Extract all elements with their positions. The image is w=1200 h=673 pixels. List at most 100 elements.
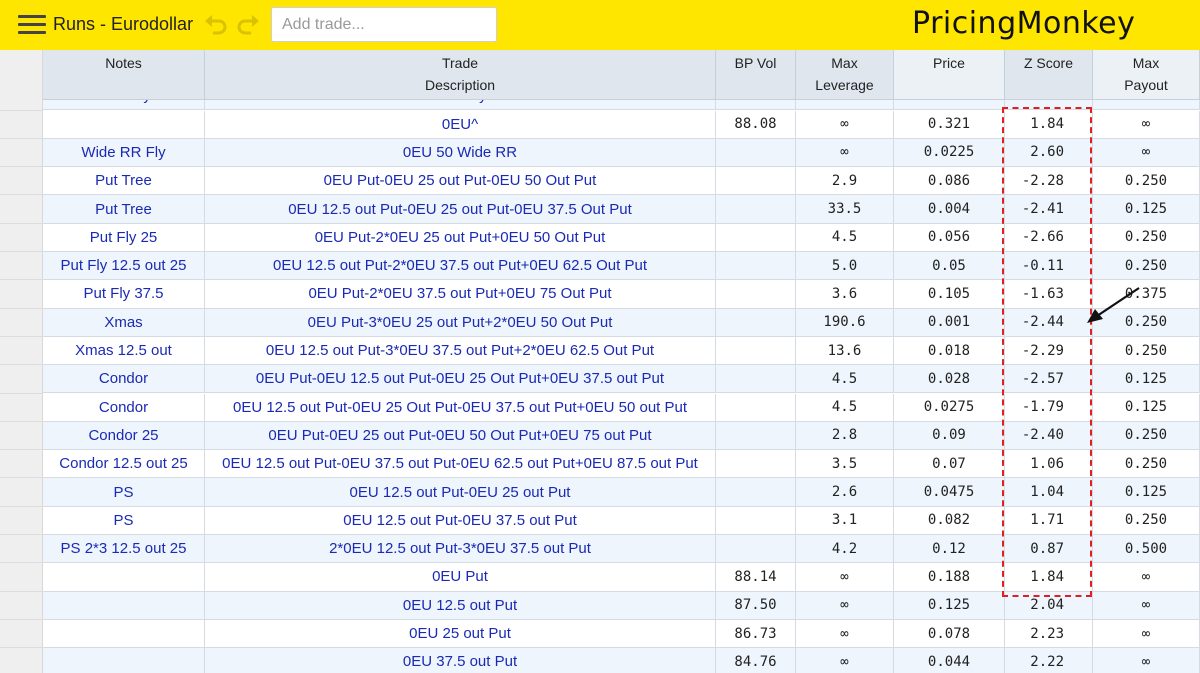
cell-notes: Put Fly 37.5 bbox=[43, 280, 205, 308]
cell-trade[interactable]: 0EU 12.5 out Put-0EU 25 out Put-0EU 37.5… bbox=[205, 195, 716, 223]
cell-bpvol bbox=[716, 535, 796, 563]
cell-maxpay: 0.250 bbox=[1093, 336, 1200, 365]
cell-trade[interactable]: 0EU Put-2*0EU 25 out Put+0EU 50 Out Put bbox=[205, 223, 716, 251]
cell-notes: Xmas bbox=[43, 308, 205, 336]
cell-trade[interactable]: 0EU 50 Wide RR bbox=[205, 138, 716, 167]
cell-zscore: -0.11 bbox=[1005, 252, 1093, 280]
table-row[interactable]: Condor 0EU 12.5 out Put-0EU 25 Out Put-0E… bbox=[43, 393, 1200, 422]
cell-notes: PS bbox=[43, 478, 205, 506]
table-row[interactable]: Put Fly 12.5 out 25 0EU 12.5 out Put-2*0E… bbox=[43, 252, 1200, 281]
gutter-divider bbox=[0, 222, 43, 224]
cell-trade[interactable]: 0EU 12.5 out Put-0EU 37.5 out Put bbox=[205, 506, 716, 534]
cell-trade[interactable]: 0EU 12.5 out Put-0EU 25 Out Put-0EU 37.5… bbox=[205, 393, 716, 421]
column-header-maxlev[interactable]: Max Leverage bbox=[796, 50, 894, 100]
table-row[interactable]: Condor 12.5 out 25 0EU 12.5 out Put-0EU 3… bbox=[43, 450, 1200, 479]
column-header-price[interactable]: Price bbox=[894, 50, 1005, 100]
column-header-label: Price bbox=[933, 55, 965, 71]
column-header-sublabel: Payout bbox=[1124, 77, 1168, 93]
cell-maxlev: 3.5 bbox=[796, 450, 894, 478]
table-row[interactable]: Put Fly 37.5 0EU Put-2*0EU 37.5 out Put+0… bbox=[43, 280, 1200, 309]
cell-bpvol bbox=[716, 478, 796, 506]
cell-maxlev: ∞ bbox=[796, 563, 894, 591]
table-row[interactable]: Condor 25 0EU Put-0EU 25 out Put-0EU 50 O… bbox=[43, 421, 1200, 451]
cell-bpvol bbox=[716, 336, 796, 365]
gutter-divider bbox=[0, 166, 43, 168]
hamburger-menu-icon[interactable] bbox=[18, 13, 46, 35]
column-header-notes[interactable]: Notes bbox=[43, 50, 205, 100]
cell-trade[interactable]: 0EU Put bbox=[205, 563, 716, 591]
cell-bpvol: 86.73 bbox=[716, 619, 796, 648]
undo-icon[interactable] bbox=[203, 13, 229, 37]
cell-trade[interactable]: 0EU 12.5 out Put-0EU 37.5 out Put-0EU 62… bbox=[205, 450, 716, 478]
cell-trade[interactable]: 0EU 37.5 out Put bbox=[205, 648, 716, 673]
cell-maxlev: 2.6 bbox=[796, 478, 894, 506]
add-trade-input[interactable] bbox=[271, 7, 497, 42]
table-row[interactable]: Put Tree 0EU 12.5 out Put-0EU 25 out Put-… bbox=[43, 195, 1200, 224]
gutter-divider bbox=[0, 392, 43, 394]
cell-notes bbox=[43, 591, 205, 619]
cell-maxlev: 4.5 bbox=[796, 365, 894, 393]
table-row[interactable]: 0EU 37.5 out Put 84.76 ∞ 0.044 2.22 ∞ bbox=[43, 648, 1200, 673]
table-row[interactable]: Xmas 0EU Put-3*0EU 25 out Put+2*0EU 50 Ou… bbox=[43, 308, 1200, 337]
table-row[interactable]: Put Fly 25 0EU Put-2*0EU 25 out Put+0EU 5… bbox=[43, 223, 1200, 252]
table-row[interactable]: 0EU 12.5 out Put 87.50 ∞ 0.125 2.04 ∞ bbox=[43, 591, 1200, 620]
gutter-divider bbox=[0, 194, 43, 196]
cell-trade[interactable]: 0EU Put-0EU 12.5 out Put-0EU 25 Out Put+… bbox=[205, 365, 716, 393]
gutter-divider bbox=[0, 534, 43, 535]
column-header-trade[interactable]: Trade Description bbox=[205, 50, 716, 100]
table-row[interactable]: PS 0EU 12.5 out Put-0EU 37.5 out Put 3.1 0.… bbox=[43, 506, 1200, 535]
cell-maxlev: 5.0 bbox=[796, 252, 894, 280]
cell-trade[interactable]: 0EU^ bbox=[205, 110, 716, 138]
cell-trade[interactable]: 0EU Put-3*0EU 25 out Put+2*0EU 50 Out Pu… bbox=[205, 308, 716, 336]
cell-maxpay: ∞ bbox=[1093, 619, 1200, 648]
table-row[interactable]: Xmas 12.5 out 0EU 12.5 out Put-3*0EU 37.5… bbox=[43, 336, 1200, 366]
table-row[interactable]: 0EU 25 out Put 86.73 ∞ 0.078 2.23 ∞ bbox=[43, 619, 1200, 649]
table-row[interactable]: PS 0EU 12.5 out Put-0EU 25 out Put 2.6 0.04… bbox=[43, 478, 1200, 507]
cell-trade[interactable]: 0EU 25 out Put bbox=[205, 619, 716, 648]
table-row[interactable]: Condor 0EU Put-0EU 12.5 out Put-0EU 25 Ou… bbox=[43, 365, 1200, 394]
cell-maxlev: 3.1 bbox=[796, 506, 894, 534]
cell-trade[interactable]: 0EU Put-0EU 25 out Put-0EU 50 Out Put bbox=[205, 167, 716, 195]
redo-icon[interactable] bbox=[235, 13, 261, 37]
cell-trade[interactable]: 2*0EU 12.5 out Put-3*0EU 37.5 out Put bbox=[205, 535, 716, 563]
table-row[interactable]: Put Tree 0EU Put-0EU 25 out Put-0EU 50 Ou… bbox=[43, 167, 1200, 196]
column-header-label: Trade bbox=[441, 55, 479, 71]
cell-price: 0.07 bbox=[894, 450, 1005, 478]
cell-trade[interactable]: 0EU 12.5 out Put-3*0EU 37.5 out Put+2*0E… bbox=[205, 336, 716, 365]
cell-maxlev: 4.5 bbox=[796, 223, 894, 251]
cell-zscore: 2.23 bbox=[1005, 619, 1093, 648]
cell-price: 0.12 bbox=[894, 535, 1005, 563]
cell-maxpay: ∞ bbox=[1093, 138, 1200, 167]
table-row[interactable]: 0EU Put 88.14 ∞ 0.188 1.84 ∞ bbox=[43, 563, 1200, 592]
column-header-zscore[interactable]: Z Score bbox=[1005, 50, 1093, 100]
table-row[interactable]: 0EU^ 88.08 ∞ 0.321 1.84 ∞ bbox=[43, 110, 1200, 139]
cell-trade[interactable]: 0EU 12.5 out Put bbox=[205, 591, 716, 619]
cell-trade[interactable]: 0EU 12.5 out Put-2*0EU 37.5 out Put+0EU … bbox=[205, 252, 716, 280]
cell-price: 0.321 bbox=[894, 110, 1005, 138]
cell-bpvol bbox=[716, 252, 796, 280]
cell-maxpay: 0.125 bbox=[1093, 393, 1200, 421]
cell-trade[interactable]: 0EU Put-2*0EU 37.5 out Put+0EU 75 Out Pu… bbox=[205, 280, 716, 308]
cell-notes: Put Tree bbox=[43, 195, 205, 223]
cell-zscore: -2.57 bbox=[1005, 365, 1093, 393]
cell-zscore: 2.60 bbox=[1005, 138, 1093, 167]
table-row[interactable]: Wide RR Fly 0EU 50 Wide RR ∞ 0.0225 2.60 ∞ bbox=[43, 138, 1200, 168]
cell-maxpay: ∞ bbox=[1093, 648, 1200, 673]
cell-bpvol bbox=[716, 167, 796, 195]
cell-zscore: -2.28 bbox=[1005, 167, 1093, 195]
column-header-sublabel: Description bbox=[424, 77, 496, 93]
cell-price: 0.188 bbox=[894, 563, 1005, 591]
column-header-bpvol[interactable]: BP Vol bbox=[716, 50, 796, 100]
cell-notes: Condor 25 bbox=[43, 421, 205, 450]
gutter-divider bbox=[0, 109, 43, 111]
cell-notes bbox=[43, 648, 205, 673]
gutter-divider bbox=[0, 618, 43, 620]
table-row[interactable]: PS 2*3 12.5 out 25 2*0EU 12.5 out Put-3*0… bbox=[43, 535, 1200, 564]
cell-bpvol bbox=[716, 195, 796, 223]
cell-trade[interactable]: 0EU 12.5 out Put-0EU 25 out Put bbox=[205, 478, 716, 506]
cell-maxlev: ∞ bbox=[796, 619, 894, 648]
cell-trade[interactable]: 0EU Put-0EU 25 out Put-0EU 50 Out Put+0E… bbox=[205, 421, 716, 450]
column-header-maxpay[interactable]: Max Payout bbox=[1093, 50, 1200, 100]
gutter-divider bbox=[0, 335, 43, 337]
cell-notes: Condor bbox=[43, 365, 205, 393]
